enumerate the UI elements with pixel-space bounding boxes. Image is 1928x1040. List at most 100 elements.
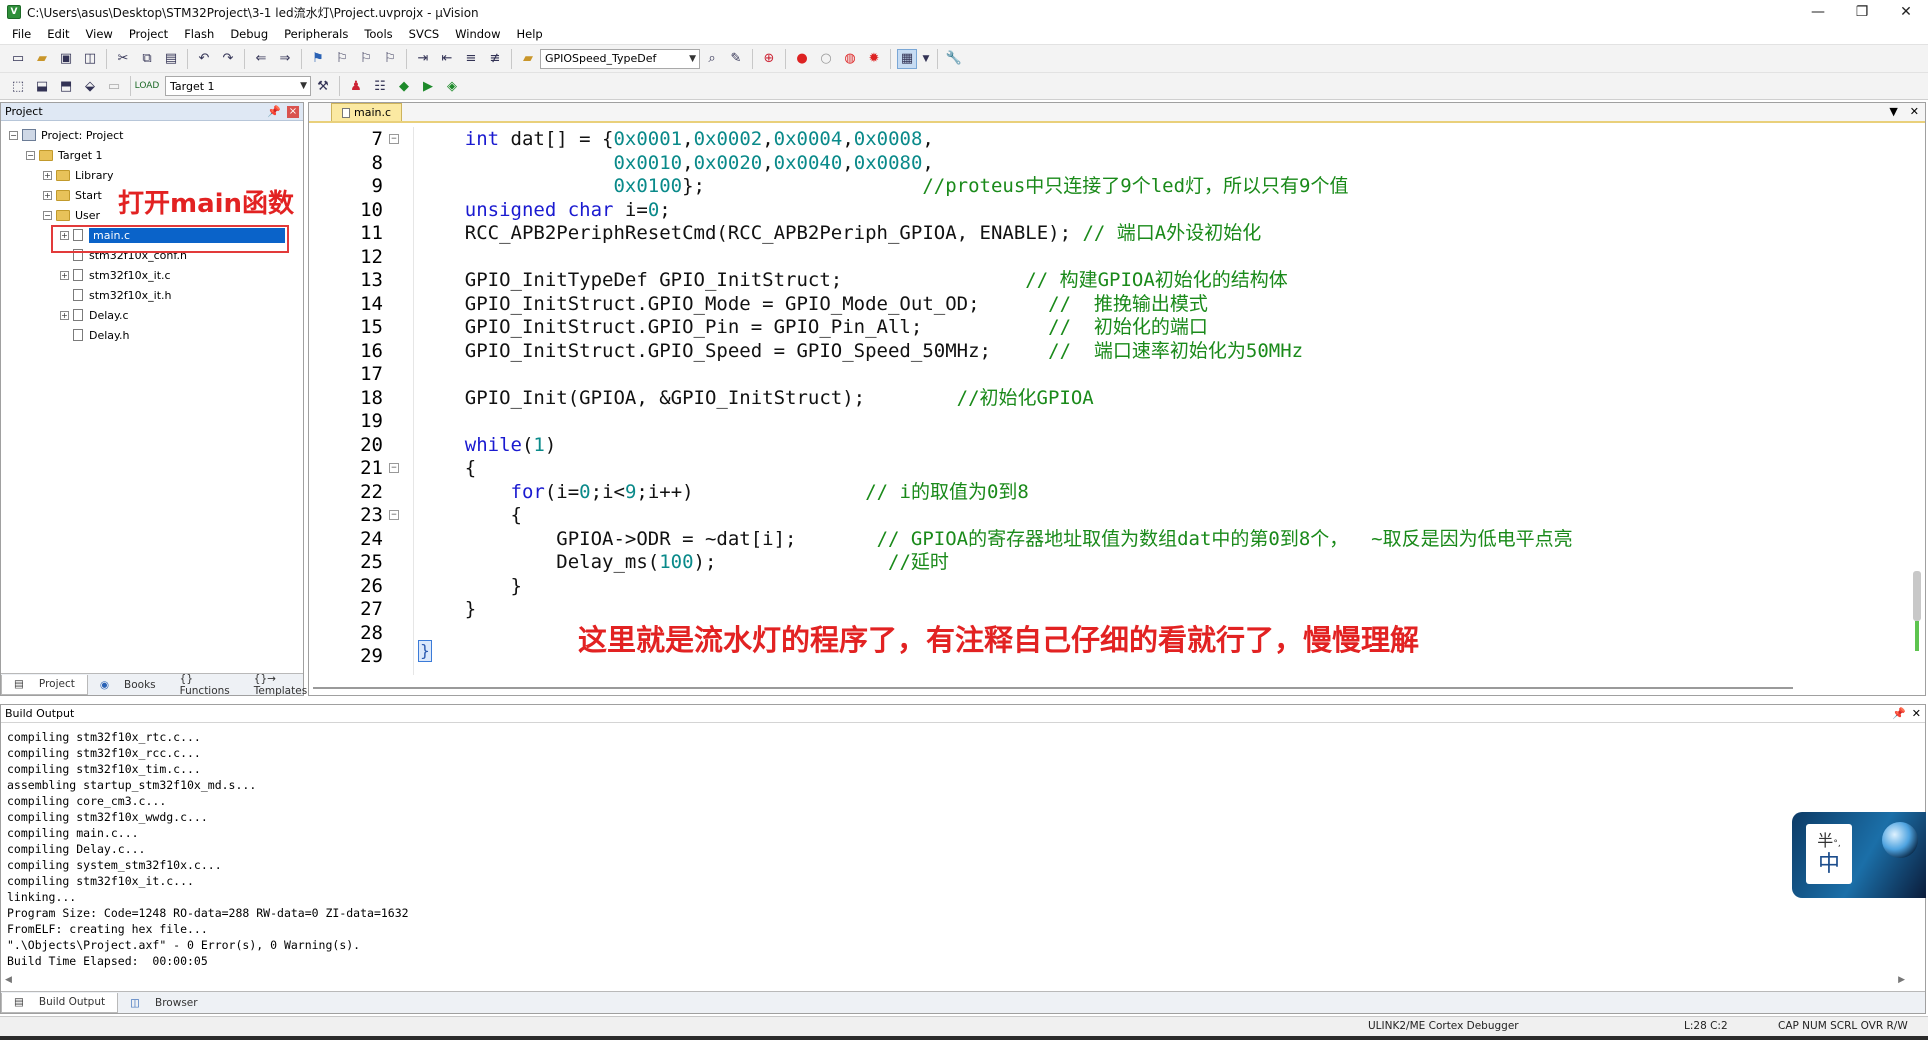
rebuild-icon[interactable]: ⬒ xyxy=(56,76,76,96)
configure-tools-icon[interactable]: 🔧 xyxy=(944,49,964,69)
pin-icon[interactable]: 📌 xyxy=(267,105,281,118)
download-load-icon[interactable]: LOAD xyxy=(135,76,160,96)
ime-floating-widget[interactable]: 半°, 中 xyxy=(1792,812,1926,898)
batch-build-icon[interactable]: ⬙ xyxy=(80,76,100,96)
incremental-find-icon[interactable]: ✎ xyxy=(726,49,746,69)
close-icon[interactable]: ✕ xyxy=(1912,707,1921,720)
tree-item-delay-c[interactable]: + Delay.c xyxy=(1,305,303,325)
copy-icon[interactable]: ⧉ xyxy=(137,49,157,69)
menu-peripherals[interactable]: Peripherals xyxy=(276,27,356,41)
tree-item-library[interactable]: + Library xyxy=(1,165,303,185)
expand-icon[interactable]: + xyxy=(43,170,52,180)
menu-debug[interactable]: Debug xyxy=(222,27,276,41)
save-icon[interactable]: ▣ xyxy=(56,49,76,69)
nav-forward-icon[interactable]: ⇒ xyxy=(275,49,295,69)
pin-icon[interactable]: 📌 xyxy=(1892,707,1906,720)
close-icon[interactable]: ✕ xyxy=(1910,105,1919,118)
scroll-left-icon[interactable]: ◀ xyxy=(5,975,12,987)
code-line[interactable]: GPIO_InitStruct.GPIO_Mode = GPIO_Mode_Ou… xyxy=(419,293,1208,316)
menu-help[interactable]: Help xyxy=(509,27,551,41)
minimize-button[interactable]: — xyxy=(1796,0,1840,24)
menu-edit[interactable]: Edit xyxy=(39,27,77,41)
code-line[interactable]: unsigned char i=0; xyxy=(419,199,671,222)
redo-icon[interactable]: ↷ xyxy=(218,49,238,69)
manage-components-icon[interactable]: ♟ xyxy=(346,76,366,96)
tree-item-delay-h[interactable]: Delay.h xyxy=(1,325,303,345)
code-line[interactable]: RCC_APB2PeriphResetCmd(RCC_APB2Periph_GP… xyxy=(419,222,1261,245)
code-line[interactable]: Delay_ms(100); //延时 xyxy=(419,551,949,574)
fold-toggle-icon[interactable]: − xyxy=(389,134,399,144)
chevron-down-icon[interactable]: ▼ xyxy=(1889,105,1897,118)
menu-project[interactable]: Project xyxy=(121,27,176,41)
code-line[interactable]: { xyxy=(419,457,476,480)
build-icon[interactable]: ⬓ xyxy=(32,76,52,96)
build-horizontal-scrollbar[interactable]: ◀ ▶ xyxy=(5,975,1905,987)
menu-tools[interactable]: Tools xyxy=(356,27,400,41)
code-area[interactable]: 7−8 9 10 11 12 13 14 15 16 17 18 19 20 21−22 23−24 25 26… xyxy=(311,127,1923,675)
code-line[interactable]: for(i=0;i<9;i++) // i的取值为0到8 xyxy=(419,481,1029,504)
tab-browser[interactable]: ◫ Browser xyxy=(118,993,209,1013)
code-line[interactable]: GPIO_InitStruct.GPIO_Speed = GPIO_Speed_… xyxy=(419,340,1303,363)
close-icon[interactable]: × xyxy=(287,105,299,118)
target-combo[interactable]: Target 1 ▼ xyxy=(165,76,311,96)
expand-icon[interactable]: + xyxy=(60,270,69,280)
cut-icon[interactable]: ✂ xyxy=(113,49,133,69)
tab-main-c[interactable]: main.c xyxy=(331,103,403,121)
code-line[interactable]: GPIO_InitStruct.GPIO_Pin = GPIO_Pin_All;… xyxy=(419,316,1208,339)
bookmark-clear-icon[interactable]: ⚐ xyxy=(380,49,400,69)
find-combo[interactable]: GPIOSpeed_TypeDef ▼ xyxy=(540,48,700,69)
collapse-icon[interactable]: − xyxy=(9,130,18,140)
bookmark-next-icon[interactable]: ⚐ xyxy=(356,49,376,69)
indent-icon[interactable]: ⇥ xyxy=(413,49,433,69)
code-line[interactable]: { xyxy=(419,504,522,527)
select-packs-icon[interactable]: ◆ xyxy=(394,76,414,96)
code-line[interactable]: int dat[] = {0x0001,0x0002,0x0004,0x0008… xyxy=(419,128,934,151)
window-layout-icon[interactable]: ▦ xyxy=(897,48,917,69)
expand-icon[interactable]: + xyxy=(60,310,69,320)
comment-icon[interactable]: ≡ xyxy=(461,49,481,69)
code-line[interactable]: GPIO_Init(GPIOA, &GPIO_InitStruct); //初始… xyxy=(419,387,1094,410)
bookmark-icon[interactable]: ⚑ xyxy=(308,49,328,69)
open-file-icon[interactable]: ▰ xyxy=(32,49,52,69)
ime-mode-card[interactable]: 半°, 中 xyxy=(1806,824,1852,884)
menu-flash[interactable]: Flash xyxy=(176,27,222,41)
code-line[interactable]: } xyxy=(419,598,476,621)
find-icon[interactable]: ⌕ xyxy=(702,49,722,69)
unindent-icon[interactable]: ⇤ xyxy=(437,49,457,69)
code-line[interactable]: } xyxy=(419,575,522,598)
menu-view[interactable]: View xyxy=(78,27,121,41)
menu-file[interactable]: File xyxy=(4,27,39,41)
menu-svcs[interactable]: SVCS xyxy=(401,27,448,41)
build-output-text[interactable]: compiling stm32f10x_rtc.c... compiling st… xyxy=(7,729,409,969)
save-all-icon[interactable]: ◫ xyxy=(80,49,100,69)
fold-toggle-icon[interactable]: − xyxy=(389,510,399,520)
pack-installer-icon[interactable]: ◈ xyxy=(442,76,462,96)
code-line[interactable]: GPIOA->ODR = ~dat[i]; // GPIOA的寄存器地址取值为数… xyxy=(419,528,1572,551)
find-in-files-icon[interactable]: ▰ xyxy=(518,49,538,69)
debug-session-icon[interactable]: ⊕ xyxy=(759,49,779,69)
tab-functions[interactable]: {} Functions xyxy=(168,673,242,697)
code-line[interactable]: GPIO_InitTypeDef GPIO_InitStruct; // 构建G… xyxy=(419,269,1288,292)
run-time-environment-icon[interactable]: ▶ xyxy=(418,76,438,96)
tree-item-stm32f10x-it-c[interactable]: + stm32f10x_it.c xyxy=(1,265,303,285)
tree-item-project-project[interactable]: − Project: Project xyxy=(1,125,303,145)
breakpoint-insert-icon[interactable]: ● xyxy=(792,49,812,69)
compile-icon[interactable]: ⬚ xyxy=(8,76,28,96)
tree-item-stm32f10x-it-h[interactable]: stm32f10x_it.h xyxy=(1,285,303,305)
breakpoint-kill-icon[interactable]: ✹ xyxy=(864,49,884,69)
file-extensions-icon[interactable]: ☷ xyxy=(370,76,390,96)
menu-window[interactable]: Window xyxy=(447,27,508,41)
target-options-icon[interactable]: ⚒ xyxy=(313,76,333,96)
bookmark-prev-icon[interactable]: ⚐ xyxy=(332,49,352,69)
chevron-down-icon[interactable]: ▼ xyxy=(921,49,931,69)
nav-back-icon[interactable]: ⇐ xyxy=(251,49,271,69)
code-line[interactable]: 0x0100}; //proteus中只连接了9个led灯，所以只有9个值 xyxy=(419,175,1348,198)
expand-icon[interactable]: + xyxy=(43,190,52,200)
vertical-scrollbar[interactable] xyxy=(1911,131,1923,671)
undo-icon[interactable]: ↶ xyxy=(194,49,214,69)
code-line[interactable]: 0x0010,0x0020,0x0040,0x0080, xyxy=(419,152,933,175)
stop-build-icon[interactable]: ▭ xyxy=(104,76,124,96)
restore-button[interactable]: ❐ xyxy=(1840,0,1884,24)
code-line[interactable]: while(1) xyxy=(419,434,557,457)
scrollbar-thumb[interactable] xyxy=(1913,571,1921,621)
